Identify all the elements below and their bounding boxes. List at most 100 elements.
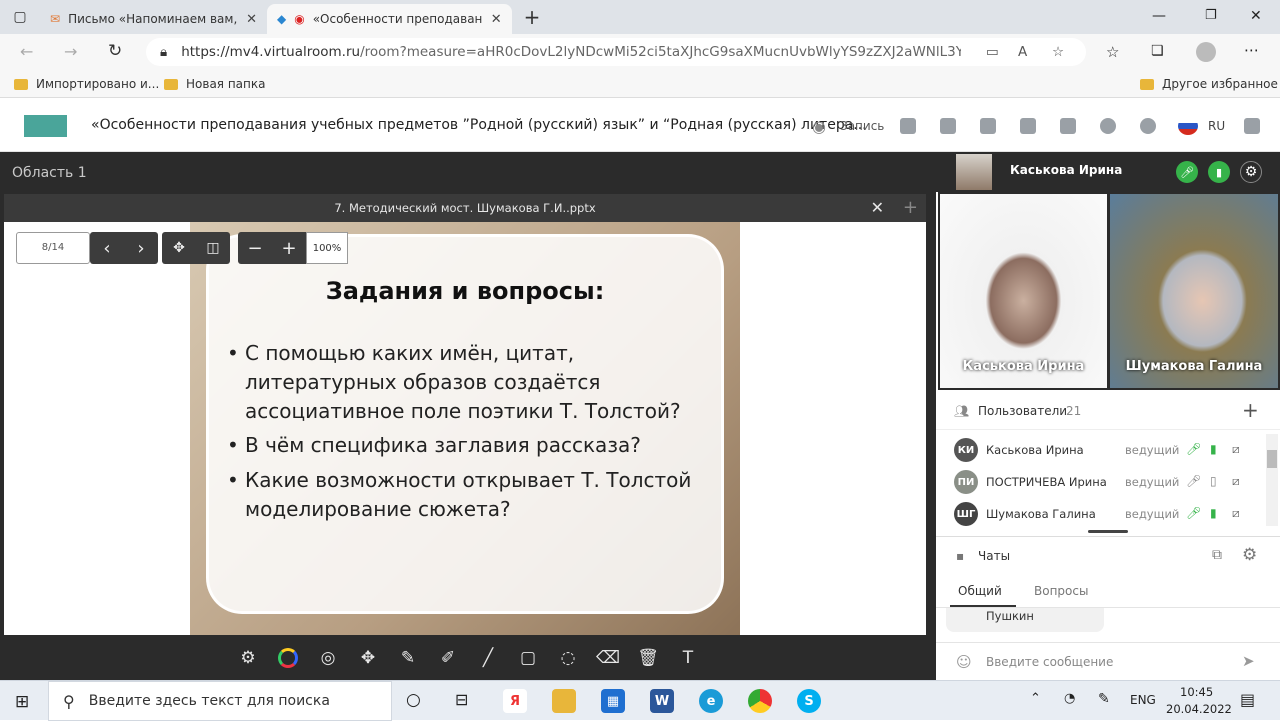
taskbar-search[interactable]: ⚲ Введите здесь текст для поиска	[48, 681, 392, 721]
mic-off-icon[interactable]: 🎤︎	[1186, 474, 1201, 488]
settings-icon[interactable]	[1140, 118, 1156, 134]
info-icon[interactable]	[1100, 118, 1116, 134]
ellipse-icon[interactable]: ◌	[548, 638, 588, 678]
video-tile[interactable]: Каськова Ирина	[940, 194, 1107, 388]
trash-icon[interactable]: 🗑︎	[628, 638, 668, 678]
users-scrollbar[interactable]	[1266, 434, 1278, 526]
pen-icon[interactable]: ✎	[388, 638, 428, 678]
screen-share-off-icon[interactable]: ⧄	[1232, 506, 1240, 521]
next-page-button[interactable]: ›	[124, 232, 158, 264]
bookmark-imported[interactable]: Импортировано и...	[14, 77, 159, 91]
keyboard-language[interactable]: ENG	[1130, 693, 1156, 707]
read-aloud-icon[interactable]: A	[1018, 44, 1027, 60]
mic-on-icon[interactable]: 🎤︎	[1186, 442, 1201, 456]
presentation-icon[interactable]	[980, 118, 996, 134]
edge-icon[interactable]: e	[699, 689, 723, 713]
files-icon[interactable]	[1020, 118, 1036, 134]
back-icon[interactable]: ←	[20, 42, 33, 61]
explorer-icon[interactable]	[552, 689, 576, 713]
camera-toggle-icon[interactable]: ▮	[1208, 161, 1230, 183]
add-user-icon[interactable]: +	[1242, 398, 1259, 422]
address-bar[interactable]: 🔒︎ https://mv4.virtualroom.ru/room?measu…	[146, 38, 1086, 66]
close-window-icon[interactable]: ✕	[1250, 8, 1262, 24]
line-icon[interactable]: ╱	[468, 638, 508, 678]
user-row[interactable]: ШГ Шумакова Галина ведущий 🎤︎ ▮ ⧄	[936, 498, 1266, 530]
tab-room[interactable]: ◆ ◉ «Особенности преподаван ✕	[266, 4, 512, 34]
close-document-icon[interactable]: ✕	[871, 194, 884, 222]
record-label[interactable]: Запись	[840, 119, 884, 133]
notifications-icon[interactable]: ▤	[1240, 690, 1255, 709]
message-input[interactable]: Введите сообщение	[986, 655, 1113, 669]
user-row[interactable]: ПИ ПОСТРИЧЕВА Ирина ведущий 🎤︎ ▯ ⧄	[936, 466, 1266, 498]
video-tile[interactable]: Шумакова Галина	[1110, 194, 1278, 388]
language-label[interactable]: RU	[1208, 119, 1225, 133]
tab-general[interactable]: Общий	[958, 584, 1002, 598]
pointer-icon[interactable]: ◎	[308, 638, 348, 678]
more-icon[interactable]: ⋯	[1244, 41, 1259, 59]
move-icon[interactable]: ✥	[348, 638, 388, 678]
screen-share-icon[interactable]	[940, 118, 956, 134]
screen-share-off-icon[interactable]: ⧄	[1232, 474, 1240, 489]
restore-icon[interactable]: ❐	[1205, 8, 1217, 23]
yandex-icon[interactable]: Я	[503, 689, 527, 713]
word-icon[interactable]: W	[650, 689, 674, 713]
forward-icon[interactable]: →	[64, 42, 77, 61]
new-chat-icon[interactable]: ⧉	[1212, 547, 1222, 563]
clock-time[interactable]: 10:45	[1180, 685, 1213, 699]
mic-toggle-icon[interactable]: 🎤︎	[1176, 161, 1198, 183]
collections-icon[interactable]: ❏	[1151, 43, 1164, 59]
task-view-icon[interactable]: ⊟	[455, 690, 468, 709]
eraser-icon[interactable]: ⌫	[588, 638, 628, 678]
skype-icon[interactable]: S	[797, 689, 821, 713]
mic-on-icon[interactable]: 🎤︎	[1186, 506, 1201, 520]
text-tool-icon[interactable]: T	[668, 638, 708, 678]
exit-icon[interactable]	[1244, 118, 1260, 134]
user-row[interactable]: КИ Каськова Ирина ведущий 🎤︎ ▮ ⧄	[936, 434, 1266, 466]
fit-page-icon[interactable]: ✥	[162, 232, 196, 264]
profile-icon[interactable]	[1196, 42, 1216, 62]
settings-icon[interactable]: ⚙	[1240, 161, 1262, 183]
pen-tray-icon[interactable]: ✎	[1098, 691, 1110, 707]
zoom-in-button[interactable]: +	[272, 232, 306, 264]
start-icon[interactable]: ⊞	[15, 692, 29, 712]
network-icon[interactable]: ◔	[1064, 691, 1075, 706]
page-number-input[interactable]: 8/14	[16, 232, 90, 264]
tab-questions[interactable]: Вопросы	[1034, 584, 1088, 598]
zoom-level[interactable]: 100%	[306, 232, 348, 264]
chat-settings-icon[interactable]: ⚙	[1242, 545, 1257, 565]
panel-resize-handle[interactable]	[1088, 530, 1128, 533]
tab-letter[interactable]: ✉ Письмо «Напоминаем вам, что ✕	[40, 4, 267, 34]
tab-actions-icon[interactable]: ▢	[0, 9, 40, 25]
clock-date[interactable]: 20.04.2022	[1166, 702, 1232, 716]
close-tab-icon[interactable]: ✕	[491, 12, 502, 27]
camera-on-icon[interactable]: ▮	[1210, 506, 1217, 520]
send-icon[interactable]: ➤	[1242, 652, 1255, 670]
close-tab-icon[interactable]: ✕	[246, 12, 257, 27]
bookmark-new-folder[interactable]: Новая папка	[164, 77, 265, 91]
zoom-out-button[interactable]: −	[238, 232, 272, 264]
settings-icon[interactable]: ⚙	[228, 638, 268, 678]
users-icon[interactable]	[1060, 118, 1076, 134]
favorites-icon[interactable]: ☆	[1106, 43, 1119, 61]
camera-icon[interactable]: ▭	[986, 44, 999, 60]
prev-page-button[interactable]: ‹	[90, 232, 124, 264]
emoji-icon[interactable]: ☺	[956, 653, 972, 671]
camera-off-icon[interactable]: ▯	[1210, 474, 1217, 488]
layout-icon[interactable]	[900, 118, 916, 134]
rectangle-icon[interactable]: ▢	[508, 638, 548, 678]
reload-icon[interactable]: ↻	[108, 41, 122, 61]
chrome-icon[interactable]	[748, 689, 772, 713]
cortana-icon[interactable]: ○	[406, 690, 421, 710]
new-tab-icon[interactable]: +	[524, 5, 541, 29]
minimize-icon[interactable]: —	[1152, 8, 1166, 24]
record-icon[interactable]: ◉	[812, 117, 826, 136]
add-document-icon[interactable]: +	[903, 194, 918, 222]
marker-icon[interactable]: ✐	[428, 638, 468, 678]
fit-width-icon[interactable]: ◫	[196, 232, 230, 264]
add-favorite-icon[interactable]: ☆	[1052, 44, 1064, 60]
color-picker-icon[interactable]	[268, 638, 308, 678]
screen-share-off-icon[interactable]: ⧄	[1232, 442, 1240, 457]
bookmark-other[interactable]: Другое избранное	[1140, 77, 1278, 91]
camera-on-icon[interactable]: ▮	[1210, 442, 1217, 456]
tray-expand-icon[interactable]: ⌃	[1030, 691, 1041, 706]
